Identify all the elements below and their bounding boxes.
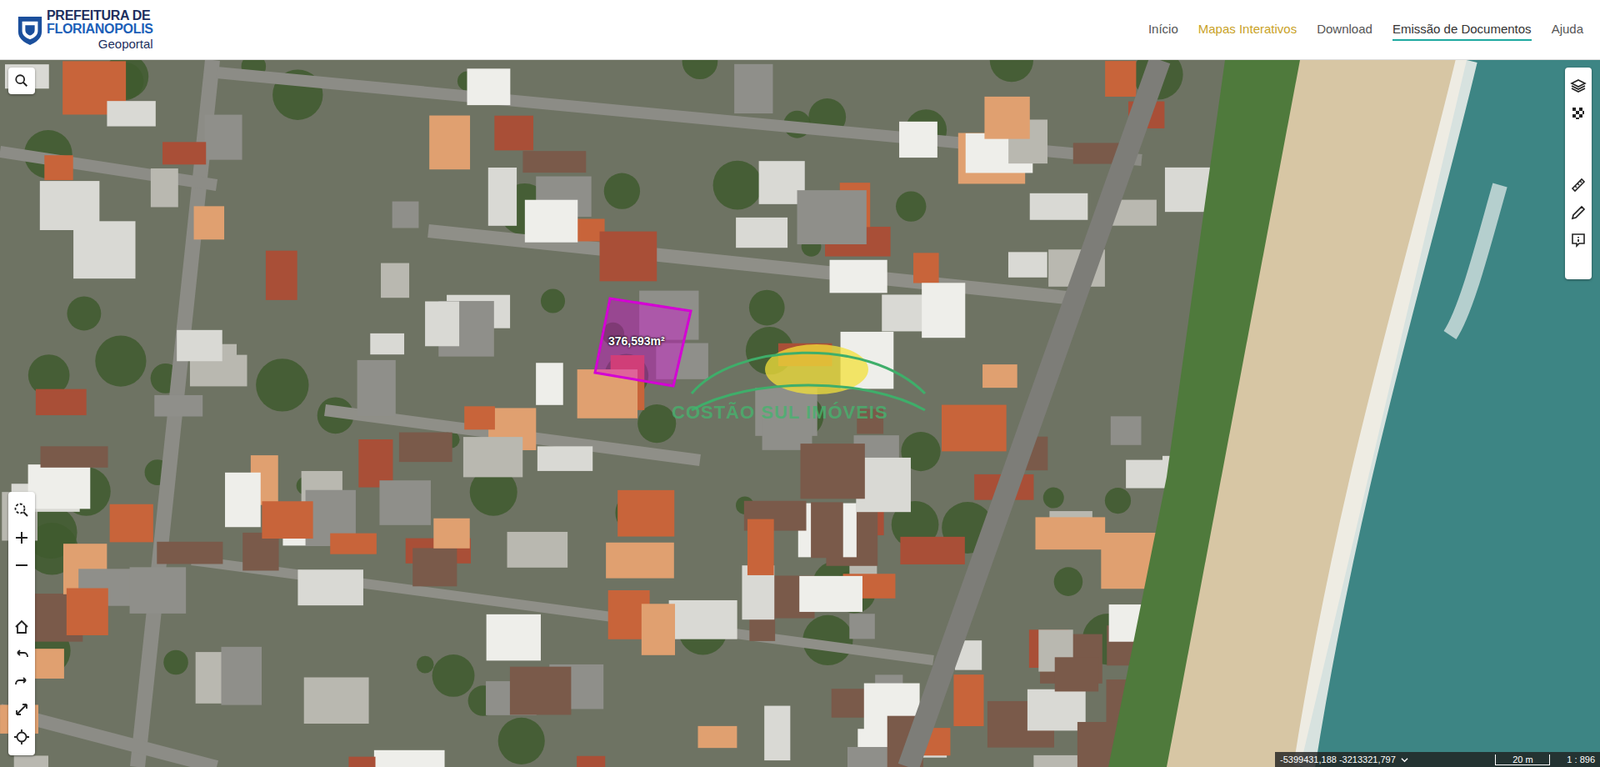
- chevron-down-icon[interactable]: [1400, 755, 1409, 764]
- scale-ratio: 1 : 896: [1566, 754, 1595, 765]
- zoom-area-icon[interactable]: [13, 501, 30, 519]
- scale-bar: 20 m: [1495, 754, 1550, 765]
- main-nav: Início Mapas Interativos Download Emissão d…: [1148, 18, 1584, 41]
- undo-icon[interactable]: [13, 645, 30, 663]
- parcel-area-label: 376,593m²: [608, 334, 665, 348]
- zoom-in-icon[interactable]: [13, 529, 30, 546]
- nav-item[interactable]: Download: [1316, 18, 1373, 41]
- ruler-icon[interactable]: [1570, 176, 1587, 194]
- map-view[interactable]: 376,593m² COSTÃO SUL IMÓVEIS -5399431,18…: [0, 60, 1600, 767]
- logo[interactable]: PREFEITURA DE FLORIANOPOLIS Geoportal: [16, 9, 154, 50]
- status-bar: -5399431,188 -3213321,797 20 m 1 : 896: [1275, 751, 1600, 767]
- parcel-outline[interactable]: [595, 298, 691, 386]
- geoportal-page: PREFEITURA DE FLORIANOPOLIS Geoportal In…: [0, 0, 1600, 767]
- search-icon: [14, 73, 30, 89]
- redo-icon[interactable]: [13, 673, 30, 690]
- info-icon[interactable]: [1570, 231, 1587, 249]
- watermark: COSTÃO SUL IMÓVEIS: [671, 401, 889, 424]
- home-icon[interactable]: [13, 618, 30, 635]
- basemap-icon[interactable]: [1570, 105, 1587, 122]
- full-extent-icon[interactable]: [13, 700, 30, 718]
- logo-line: FLORIANOPOLIS: [46, 22, 154, 36]
- navigation-toolbar: [8, 491, 35, 755]
- nav-item[interactable]: Emissão de Documentos: [1392, 18, 1532, 41]
- logo-line: PREFEITURA DE: [46, 9, 154, 23]
- tools-toolbar: [1565, 67, 1592, 280]
- logo-text: PREFEITURA DE FLORIANOPOLIS Geoportal: [46, 9, 154, 50]
- layers-icon[interactable]: [1570, 77, 1587, 95]
- nav-item[interactable]: Início: [1148, 18, 1179, 41]
- pencil-icon[interactable]: [1570, 204, 1587, 221]
- search-button[interactable]: [8, 67, 35, 95]
- logo-subtitle: Geoportal: [46, 37, 154, 50]
- nav-item[interactable]: Ajuda: [1551, 18, 1584, 41]
- locate-icon[interactable]: [13, 728, 30, 745]
- zoom-out-icon[interactable]: [13, 556, 30, 574]
- nav-item[interactable]: Mapas Interativos: [1198, 18, 1297, 41]
- coordinates[interactable]: -5399431,188 -3213321,797: [1280, 754, 1396, 765]
- city-shield-icon: [16, 14, 44, 46]
- header: PREFEITURA DE FLORIANOPOLIS Geoportal In…: [0, 0, 1600, 60]
